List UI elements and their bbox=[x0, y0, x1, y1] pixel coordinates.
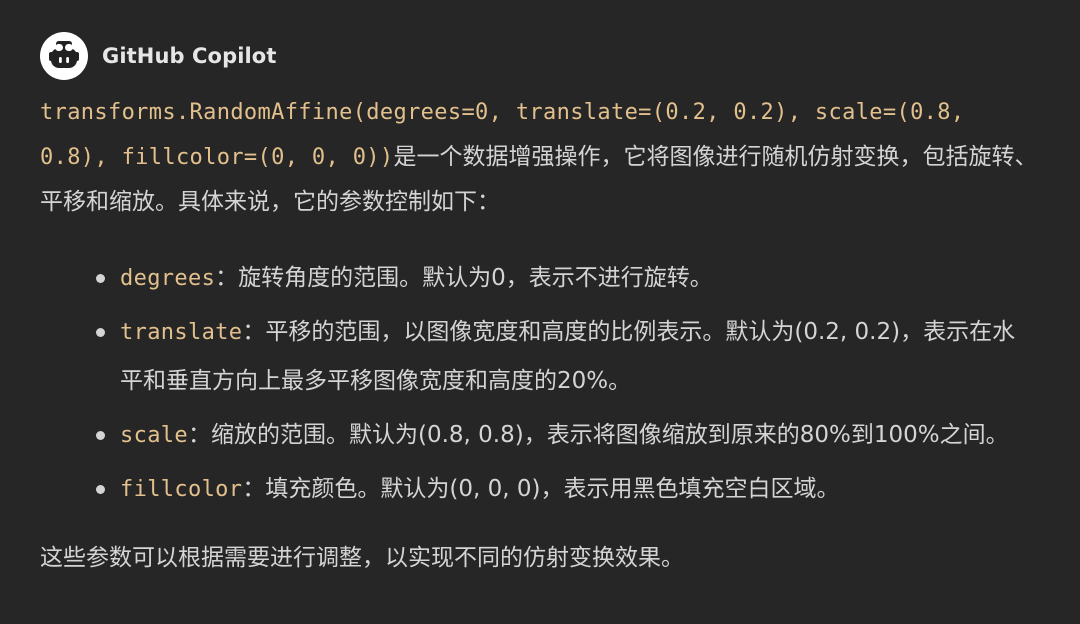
param-name: degrees bbox=[120, 266, 216, 291]
message-header: GitHub Copilot bbox=[40, 32, 276, 80]
param-list: degrees：旋转角度的范围。默认为0，表示不进行旋转。 translate：… bbox=[40, 254, 1040, 514]
list-item-degrees: degrees：旋转角度的范围。默认为0，表示不进行旋转。 bbox=[96, 254, 1040, 303]
bullet-icon bbox=[96, 485, 105, 494]
list-item-scale: scale：缩放的范围。默认为(0.8, 0.8)，表示将图像缩放到原来的80%… bbox=[96, 411, 1040, 460]
author-name: GitHub Copilot bbox=[102, 44, 277, 68]
param-name: translate bbox=[120, 320, 243, 345]
intro-paragraph: transforms.RandomAffine(degrees=0, trans… bbox=[40, 90, 1040, 224]
param-desc: ：填充颜色。默认为(0, 0, 0)，表示用黑色填充空白区域。 bbox=[242, 476, 840, 502]
bullet-icon bbox=[96, 328, 105, 337]
list-item-translate: translate：平移的范围，以图像宽度和高度的比例表示。默认为(0.2, 0… bbox=[96, 308, 1040, 406]
bullet-icon bbox=[96, 274, 105, 283]
copilot-icon bbox=[49, 41, 79, 68]
message-body: transforms.RandomAffine(degrees=0, trans… bbox=[40, 90, 1040, 580]
param-desc: ：缩放的范围。默认为(0.8, 0.8)，表示将图像缩放到原来的80%到100%… bbox=[187, 422, 1009, 448]
closing-paragraph: 这些参数可以根据需要进行调整，以实现不同的仿射变换效果。 bbox=[40, 545, 684, 571]
bullet-icon bbox=[96, 431, 105, 440]
param-desc: ：旋转角度的范围。默认为0，表示不进行旋转。 bbox=[215, 265, 713, 291]
param-name: scale bbox=[120, 423, 188, 448]
param-name: fillcolor bbox=[120, 477, 243, 502]
chat-response-panel: GitHub Copilot transforms.RandomAffine(d… bbox=[0, 0, 1080, 624]
copilot-avatar bbox=[40, 32, 88, 80]
list-item-fillcolor: fillcolor：填充颜色。默认为(0, 0, 0)，表示用黑色填充空白区域。 bbox=[96, 465, 1040, 514]
param-desc: ：平移的范围，以图像宽度和高度的比例表示。默认为(0.2, 0.2)，表示在水平… bbox=[120, 319, 1016, 394]
